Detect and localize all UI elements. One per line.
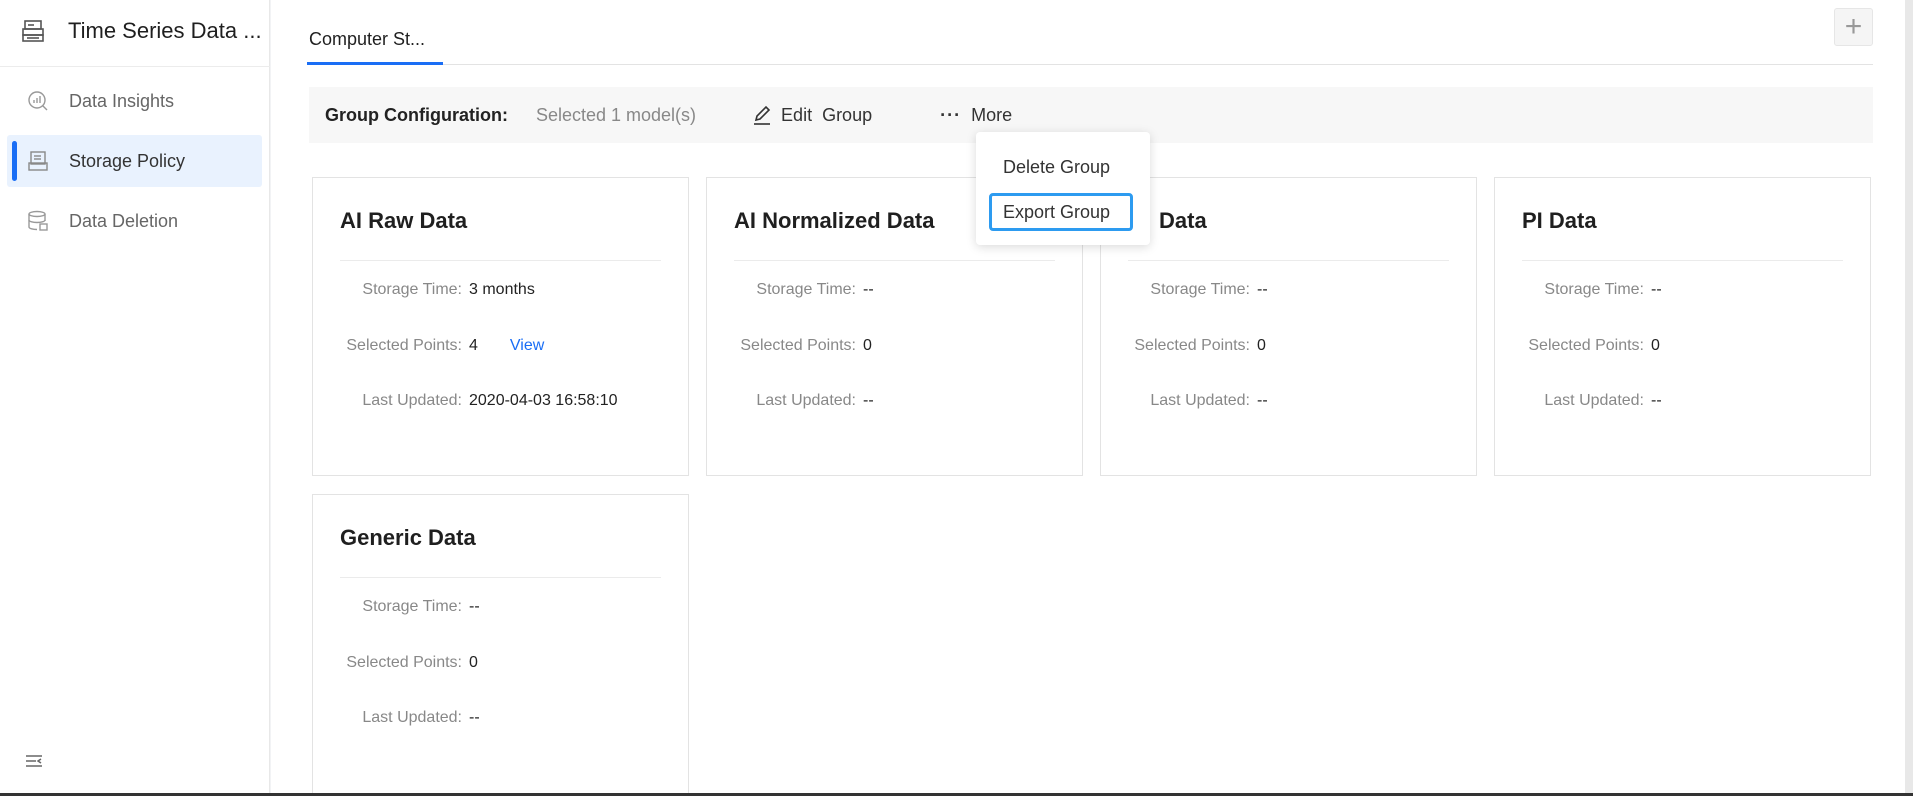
add-tab-button[interactable]: + bbox=[1834, 8, 1873, 46]
divider bbox=[340, 260, 661, 261]
card-title: PI Data bbox=[1522, 208, 1597, 233]
selected-points-label: Selected Points: bbox=[346, 337, 462, 354]
collapse-sidebar-button[interactable] bbox=[25, 754, 43, 775]
tab-bar-divider bbox=[307, 64, 1873, 65]
main-content: Computer St... + Group Configuration: Se… bbox=[271, 0, 1905, 793]
storage-time-value: -- bbox=[469, 598, 480, 615]
storage-time-value: 3 months bbox=[469, 281, 535, 298]
selected-models: Selected 1 model(s) bbox=[535, 104, 697, 125]
selected-points-value: 4 bbox=[469, 337, 478, 354]
sidebar-item-data-insights[interactable]: Data Insights bbox=[7, 75, 262, 127]
storage-time-label: Storage Time: bbox=[756, 281, 856, 298]
last-updated-label: Last Updated: bbox=[1544, 392, 1644, 409]
last-updated-label: Last Updated: bbox=[362, 392, 462, 409]
divider bbox=[340, 577, 661, 578]
chart-search-icon bbox=[28, 91, 48, 111]
selected-points-value: 0 bbox=[1257, 337, 1266, 354]
divider bbox=[1128, 260, 1449, 261]
sidebar-item-data-deletion[interactable]: Data Deletion bbox=[7, 195, 262, 247]
app-title: Time Series Data ... bbox=[68, 18, 262, 43]
card-title: AI Raw Data bbox=[340, 208, 468, 233]
sidebar-item-storage-policy[interactable]: Storage Policy bbox=[7, 135, 262, 187]
card-title: Generic Data bbox=[340, 525, 476, 550]
menu-item-delete-group[interactable]: Delete Group bbox=[989, 148, 1133, 186]
sidebar-item-label: Data Deletion bbox=[69, 210, 179, 231]
storage-time-value: -- bbox=[863, 281, 874, 298]
edit-icon bbox=[754, 105, 771, 125]
view-points-link[interactable]: View bbox=[510, 337, 544, 355]
storage-time-label: Storage Time: bbox=[1544, 281, 1644, 298]
card-data[interactable]: Data Storage Time: -- Selected Points: 0 L… bbox=[1100, 177, 1477, 476]
collapse-icon bbox=[26, 755, 42, 767]
selected-points-label: Selected Points: bbox=[346, 654, 462, 671]
card-pi-data[interactable]: PI Data Storage Time: -- Selected Points:… bbox=[1494, 177, 1871, 476]
group-config-label: Group Configuration: bbox=[325, 104, 508, 125]
last-updated-label: Last Updated: bbox=[362, 709, 462, 726]
divider bbox=[0, 66, 270, 67]
more-label: More bbox=[971, 104, 1013, 125]
last-updated-label: Last Updated: bbox=[1150, 392, 1250, 409]
sidebar-item-label: Data Insights bbox=[69, 90, 175, 111]
divider bbox=[734, 260, 1055, 261]
sidebar-item-label: Storage Policy bbox=[69, 150, 186, 171]
tab-computer[interactable]: Computer St... bbox=[307, 14, 443, 65]
selected-points-label: Selected Points: bbox=[1528, 337, 1644, 354]
selected-points-label: Selected Points: bbox=[1134, 337, 1250, 354]
card-title: Data bbox=[1159, 208, 1207, 233]
card-ai-raw-data[interactable]: AI Raw Data Storage Time: 3 months Select… bbox=[312, 177, 689, 476]
selected-points-value: 0 bbox=[469, 654, 478, 671]
menu-item-export-group[interactable]: Export Group bbox=[989, 193, 1133, 231]
storage-time-label: Storage Time: bbox=[1150, 281, 1250, 298]
sidebar: Time Series Data ... Data Insights Stora… bbox=[0, 0, 270, 793]
storage-time-value: -- bbox=[1651, 281, 1662, 298]
app-logo-icon bbox=[22, 20, 44, 42]
selected-points-value: 0 bbox=[1651, 337, 1660, 354]
more-dropdown-menu: Delete Group Export Group bbox=[976, 132, 1150, 245]
storage-time-value: -- bbox=[1257, 281, 1268, 298]
database-delete-icon bbox=[28, 210, 48, 231]
edit-group-label: Edit Group bbox=[781, 104, 873, 125]
last-updated-value: 2020-04-03 16:58:10 bbox=[469, 392, 618, 409]
card-title: AI Normalized Data bbox=[734, 208, 935, 233]
last-updated-value: -- bbox=[469, 709, 480, 726]
card-grid: AI Raw Data Storage Time: 3 months Select… bbox=[312, 177, 1871, 793]
more-button[interactable]: ··· More bbox=[940, 105, 1012, 126]
plus-icon: + bbox=[1844, 10, 1863, 43]
selected-points-label: Selected Points: bbox=[740, 337, 856, 354]
storage-time-label: Storage Time: bbox=[362, 598, 462, 615]
last-updated-value: -- bbox=[1257, 392, 1268, 409]
scrollbar[interactable] bbox=[1905, 0, 1913, 793]
last-updated-label: Last Updated: bbox=[756, 392, 856, 409]
more-dots-icon: ··· bbox=[940, 104, 962, 125]
card-generic-data[interactable]: Generic Data Storage Time: -- Selected Po… bbox=[312, 494, 689, 793]
divider bbox=[1522, 260, 1843, 261]
selected-points-value: 0 bbox=[863, 337, 872, 354]
app-header: Time Series Data ... bbox=[20, 14, 262, 48]
edit-group-button[interactable]: Edit Group bbox=[751, 104, 872, 126]
last-updated-value: -- bbox=[1651, 392, 1662, 409]
storage-icon bbox=[28, 151, 48, 171]
storage-time-label: Storage Time: bbox=[362, 281, 462, 298]
last-updated-value: -- bbox=[863, 392, 874, 409]
